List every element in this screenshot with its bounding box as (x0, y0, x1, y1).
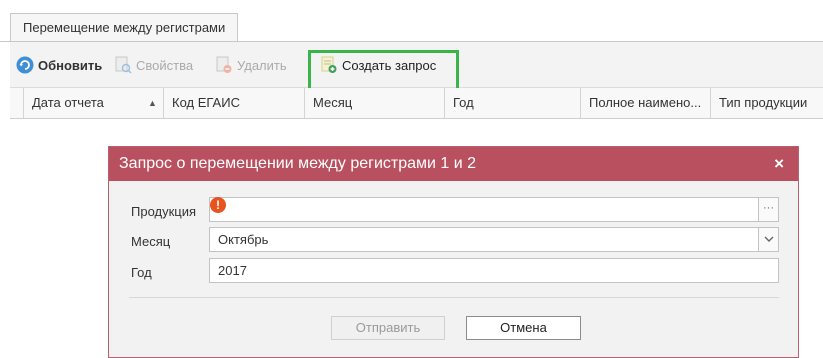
delete-button[interactable]: Удалить (215, 42, 287, 88)
year-field[interactable]: 2017 (209, 258, 779, 283)
product-field[interactable]: ··· (209, 197, 779, 222)
properties-icon (114, 56, 132, 74)
year-label: Год (131, 265, 152, 280)
dialog-divider (129, 297, 779, 298)
col-full-name[interactable]: Полное наимено... (581, 88, 711, 118)
month-select[interactable]: Октябрь (209, 227, 779, 252)
month-label: Месяц (131, 234, 171, 249)
create-request-highlight (308, 50, 459, 92)
col-egais-code[interactable]: Код ЕГАИС (164, 88, 305, 118)
delete-label: Удалить (237, 57, 287, 73)
dialog-title: Запрос о перемещении между регистрами 1 … (109, 147, 798, 181)
request-dialog: Запрос о перемещении между регистрами 1 … (108, 146, 799, 358)
tab-bar: Перемещение между регистрами (0, 0, 823, 42)
refresh-icon (16, 56, 34, 74)
properties-label: Свойства (136, 57, 194, 73)
cancel-button[interactable]: Отмена (466, 316, 581, 340)
tab-register-transfer[interactable]: Перемещение между регистрами (10, 13, 239, 42)
warning-icon: ! (210, 197, 226, 213)
refresh-label: Обновить (38, 57, 103, 73)
grid-header: Дата отчета ▲ Код ЕГАИС Месяц Год Полное… (10, 88, 823, 119)
col-product-type[interactable]: Тип продукции (711, 88, 823, 118)
col-year[interactable]: Год (445, 88, 581, 118)
send-button[interactable]: Отправить (331, 316, 445, 340)
delete-icon (215, 56, 233, 74)
product-label: Продукция (131, 204, 197, 219)
col-report-date[interactable]: Дата отчета (24, 88, 164, 118)
year-value: 2017 (218, 263, 247, 278)
close-icon[interactable]: × (774, 147, 784, 181)
refresh-button[interactable]: Обновить (16, 42, 102, 88)
month-value: Октябрь (218, 232, 269, 247)
ellipsis-icon[interactable]: ··· (758, 198, 778, 221)
chevron-down-icon[interactable] (758, 228, 778, 251)
properties-button[interactable]: Свойства (114, 42, 193, 88)
grid-row-selector (10, 88, 24, 118)
col-month[interactable]: Месяц (305, 88, 445, 118)
sort-asc-icon: ▲ (148, 98, 157, 108)
